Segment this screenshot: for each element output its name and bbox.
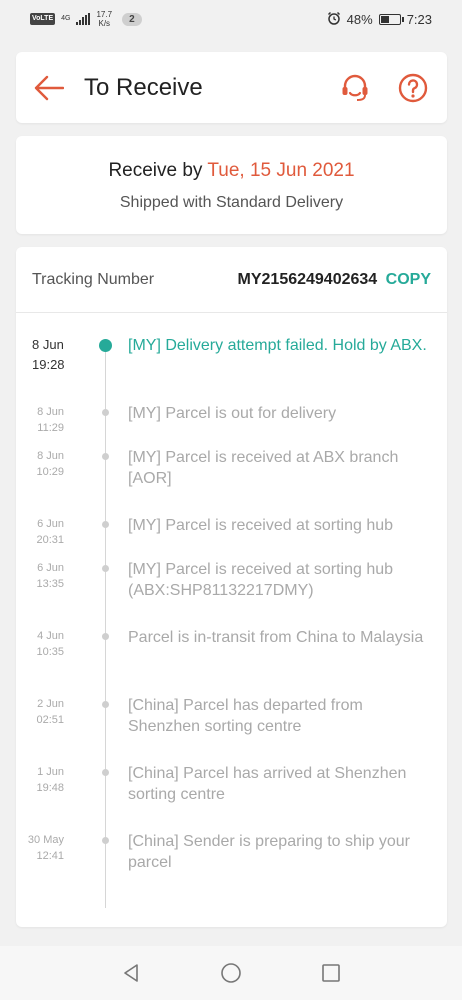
event-timestamp: 8 Jun 11:29 (16, 403, 88, 436)
clock: 7:23 (406, 11, 432, 27)
event-date: 8 Jun (37, 450, 64, 462)
nav-recents-button[interactable] (317, 959, 345, 987)
event-description: [MY] Parcel is out for delivery (128, 405, 337, 422)
event-time: 11:29 (37, 422, 64, 434)
event-date: 4 Jun (37, 630, 64, 642)
event-timestamp: 2 Jun 02:51 (16, 695, 88, 728)
receive-by-date: Tue, 15 Jun 2021 (207, 160, 355, 181)
status-dot (102, 409, 109, 416)
event-timestamp: 1 Jun 19:48 (16, 763, 88, 796)
event-date: 30 May (27, 834, 64, 846)
alarm-icon (327, 11, 341, 28)
event-date: 8 Jun (37, 406, 64, 418)
event-date: 6 Jun (37, 562, 64, 574)
timeline-event: 30 May 12:41 [China] Sender is preparing t… (16, 831, 447, 891)
tracking-card: Tracking Number MY2156249402634 COPY 8 J… (16, 247, 447, 927)
timeline-event: 8 Jun 19:28 [MY] Delivery attempt failed. … (16, 335, 447, 403)
nav-back-button[interactable] (117, 959, 145, 987)
receive-by-label: Receive by (108, 160, 203, 181)
tracking-number-label: Tracking Number (32, 270, 155, 288)
status-dot (102, 701, 109, 708)
event-time: 12:41 (36, 850, 64, 862)
event-date: 1 Jun (37, 766, 64, 778)
tracking-number-group: MY2156249402634 COPY (238, 271, 431, 289)
event-date: 8 Jun (32, 337, 64, 352)
copy-button[interactable]: COPY (386, 271, 431, 288)
event-timestamp: 30 May 12:41 (16, 831, 88, 864)
event-description: [MY] Parcel is received at sorting hub (128, 517, 394, 534)
help-button[interactable] (395, 70, 431, 106)
status-dot (102, 633, 109, 640)
event-description: [MY] Delivery attempt failed. Hold by AB… (128, 337, 427, 354)
back-triangle-icon (124, 964, 138, 982)
network-speed: 17.7 K/s (96, 10, 112, 28)
back-arrow-icon (34, 75, 64, 100)
event-description: [China] Parcel has arrived at Shenzhen s… (128, 765, 407, 803)
tracking-number-value: MY2156249402634 (237, 270, 378, 288)
event-description: [China] Sender is preparing to ship your… (128, 833, 410, 871)
event-time: 20:31 (36, 534, 64, 546)
receive-by-line: Receive by Tue, 15 Jun 2021 (16, 160, 447, 182)
event-description: [MY] Parcel is received at sorting hub (… (128, 561, 394, 599)
status-dot (102, 453, 109, 460)
tracking-number-row: Tracking Number MY2156249402634 COPY (16, 247, 447, 313)
timeline-event: 2 Jun 02:51 [China] Parcel has departed fr… (16, 695, 447, 763)
event-description: [MY] Parcel is received at ABX branch [A… (128, 449, 399, 487)
status-bar-right: 48% 7:23 (327, 11, 432, 28)
event-date: 2 Jun (37, 698, 64, 710)
current-status-dot (99, 339, 112, 352)
back-button[interactable] (32, 71, 66, 105)
volte-badge: VoLTE (30, 13, 56, 25)
status-dot (102, 837, 109, 844)
event-timestamp: 4 Jun 10:35 (16, 627, 88, 660)
status-dot (102, 565, 109, 572)
event-time: 19:28 (32, 357, 65, 372)
battery-icon (378, 13, 404, 25)
timeline-event: 1 Jun 19:48 [China] Parcel has arrived at … (16, 763, 447, 831)
timeline-event: 6 Jun 13:35 [MY] Parcel is received at sor… (16, 559, 447, 627)
recents-square-icon (322, 964, 340, 982)
timeline-event: 4 Jun 10:35 Parcel is in-transit from Chin… (16, 627, 447, 695)
system-nav-bar (0, 946, 462, 1000)
timeline-event: 8 Jun 10:29 [MY] Parcel is received at ABX… (16, 447, 447, 515)
network-type: 4G (61, 15, 71, 22)
event-time: 10:29 (36, 466, 64, 478)
battery-percent: 48% (346, 11, 373, 27)
timeline-event: 6 Jun 20:31 [MY] Parcel is received at sor… (16, 515, 447, 559)
event-description: Parcel is in-transit from China to Malay… (128, 629, 424, 646)
customer-support-button[interactable] (337, 70, 373, 106)
event-timestamp: 8 Jun 10:29 (16, 447, 88, 480)
status-bar: VoLTE 4G 17.7 K/s 2 48% 7:23 (0, 0, 462, 38)
event-time: 13:35 (36, 578, 64, 590)
signal-icon (76, 13, 91, 25)
event-time: 02:51 (36, 714, 64, 726)
event-timestamp: 8 Jun 19:28 (16, 335, 98, 375)
page-title: To Receive (84, 73, 203, 101)
tracking-timeline: 8 Jun 19:28 [MY] Delivery attempt failed. … (16, 313, 447, 908)
event-timestamp: 6 Jun 13:35 (16, 559, 88, 592)
timeline-event: 8 Jun 11:29 [MY] Parcel is out for deliver… (16, 403, 447, 447)
event-time: 10:35 (36, 646, 64, 658)
nav-home-button[interactable] (217, 959, 245, 987)
status-dot (102, 769, 109, 776)
event-time: 19:48 (36, 782, 64, 794)
event-description: [China] Parcel has departed from Shenzhe… (128, 697, 363, 735)
help-icon (398, 73, 428, 102)
speed-unit: K/s (98, 19, 111, 28)
header-bar: To Receive (16, 52, 447, 123)
delivery-estimate-card: Receive by Tue, 15 Jun 2021 Shipped with… (16, 136, 447, 234)
event-date: 6 Jun (37, 518, 64, 530)
shipping-method: Shipped with Standard Delivery (119, 194, 344, 211)
customer-support-icon (342, 74, 368, 101)
home-circle-icon (221, 963, 241, 983)
status-bar-left: VoLTE 4G 17.7 K/s 2 (30, 10, 142, 28)
status-dot (102, 521, 109, 528)
speed-value: 17.7 (96, 10, 113, 19)
event-timestamp: 6 Jun 20:31 (16, 515, 88, 548)
notification-count: 2 (122, 12, 142, 26)
